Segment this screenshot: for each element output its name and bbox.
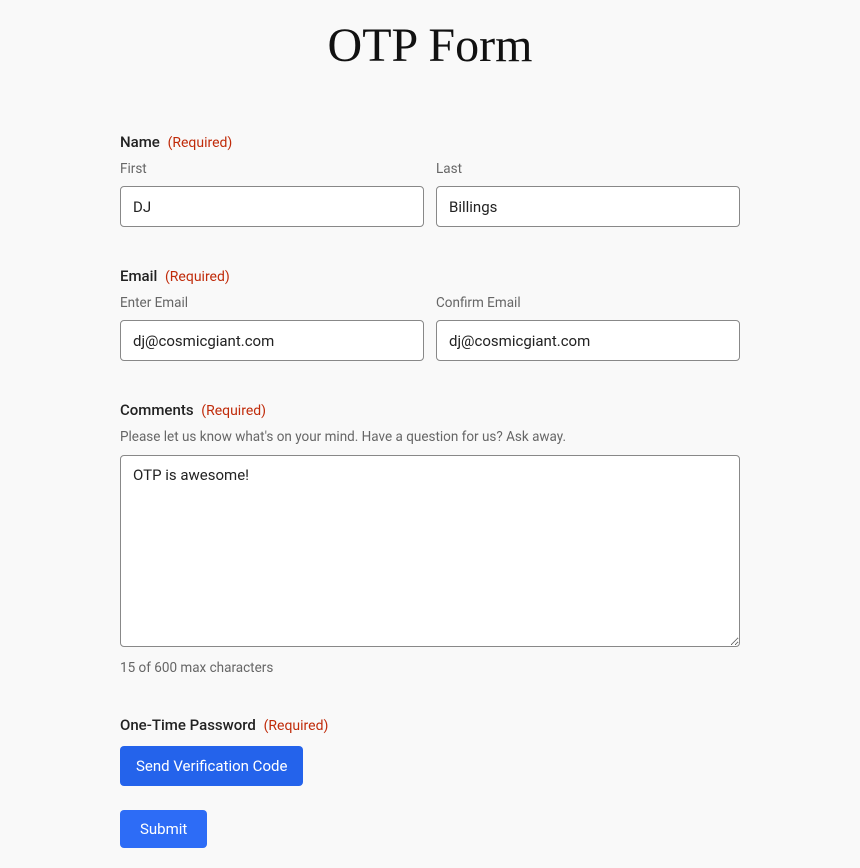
email-label-text: Email xyxy=(120,267,157,285)
otp-label: One-Time Password (Required) xyxy=(120,716,740,734)
otp-section: One-Time Password (Required) Send Verifi… xyxy=(120,716,740,786)
page-title: OTP Form xyxy=(120,0,740,133)
first-name-sublabel: First xyxy=(120,161,424,177)
otp-label-text: One-Time Password xyxy=(120,716,256,734)
enter-email-input[interactable] xyxy=(120,320,424,361)
email-label: Email (Required) xyxy=(120,267,740,285)
email-required-indicator: (Required) xyxy=(165,269,230,285)
name-required-indicator: (Required) xyxy=(168,135,233,151)
name-section: Name (Required) First Last xyxy=(120,133,740,227)
last-name-input[interactable] xyxy=(436,186,740,227)
last-name-sublabel: Last xyxy=(436,161,740,177)
confirm-email-sublabel: Confirm Email xyxy=(436,295,740,311)
name-label-text: Name xyxy=(120,133,160,151)
name-label: Name (Required) xyxy=(120,133,740,151)
comments-required-indicator: (Required) xyxy=(201,403,266,419)
confirm-email-input[interactable] xyxy=(436,320,740,361)
comments-counter: 15 of 600 max characters xyxy=(120,660,740,676)
otp-required-indicator: (Required) xyxy=(264,718,329,734)
send-verification-button[interactable]: Send Verification Code xyxy=(120,746,303,786)
comments-label: Comments (Required) xyxy=(120,401,740,419)
first-name-input[interactable] xyxy=(120,186,424,227)
comments-helper: Please let us know what's on your mind. … xyxy=(120,429,740,445)
comments-label-text: Comments xyxy=(120,401,194,419)
email-section: Email (Required) Enter Email Confirm Ema… xyxy=(120,267,740,361)
enter-email-sublabel: Enter Email xyxy=(120,295,424,311)
submit-button[interactable]: Submit xyxy=(120,810,207,848)
comments-textarea[interactable] xyxy=(120,455,740,647)
comments-section: Comments (Required) Please let us know w… xyxy=(120,401,740,676)
